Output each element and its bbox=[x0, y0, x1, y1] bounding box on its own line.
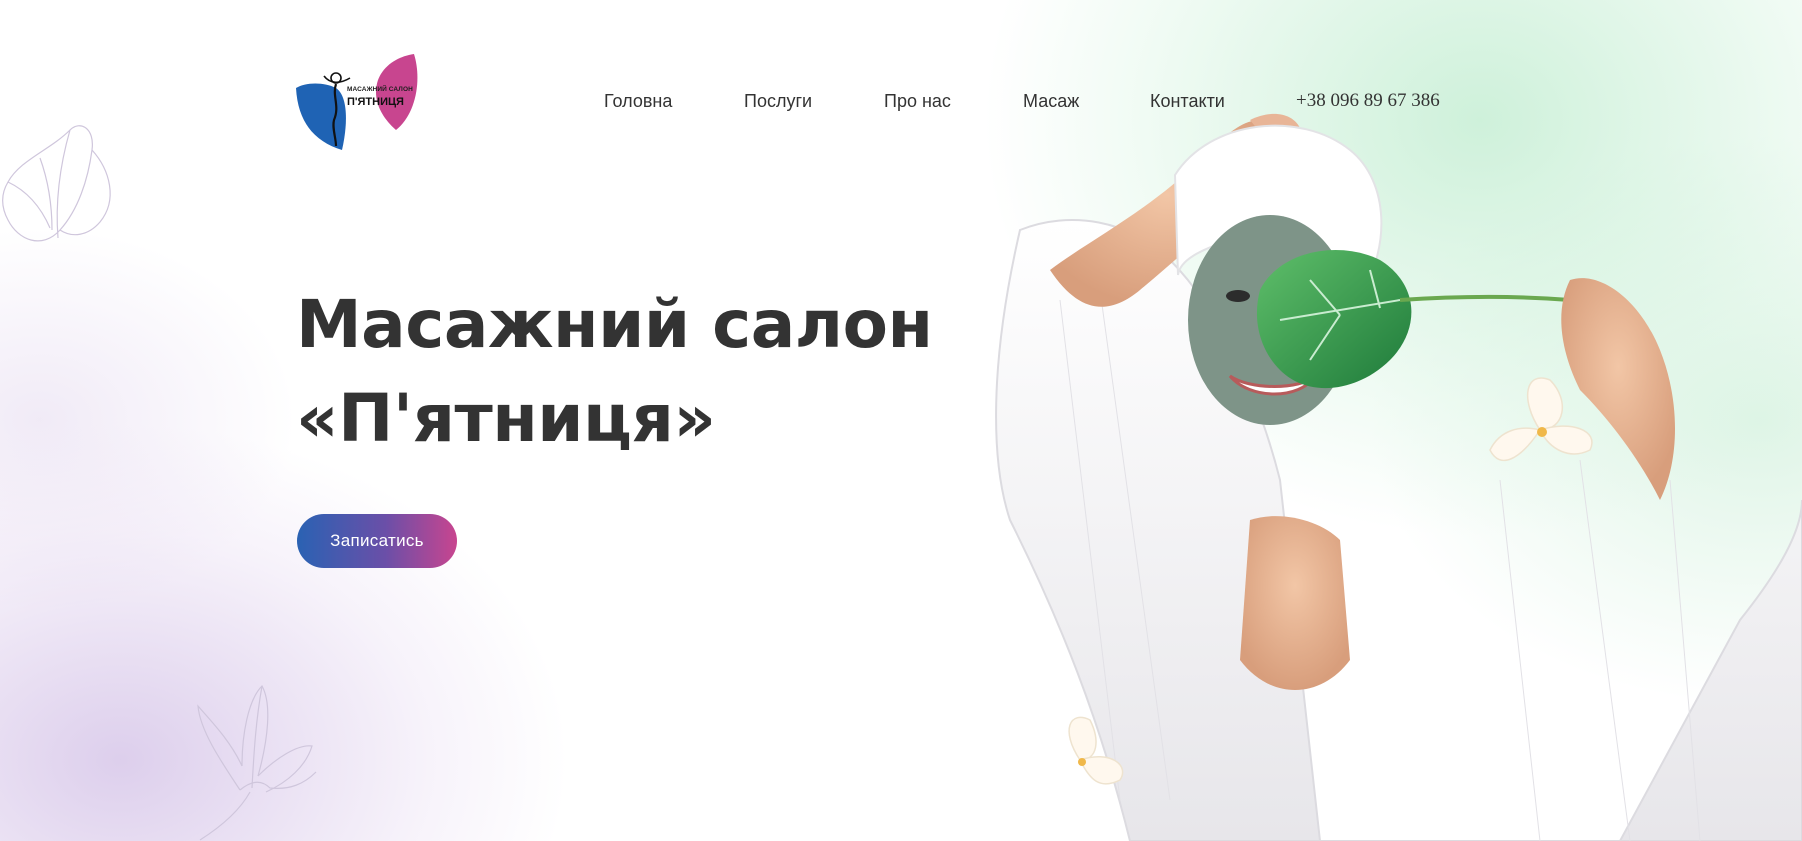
nav-item-about[interactable]: Про нас bbox=[884, 91, 951, 112]
hero-title-line2: «П'ятниця» bbox=[296, 380, 716, 457]
line-flower-decoration-icon bbox=[197, 685, 317, 841]
logo-subtitle: МАСАЖНИЙ САЛОН bbox=[347, 86, 413, 93]
hero-title: Масажний салон «П'ятниця» bbox=[296, 278, 933, 466]
nav-item-services[interactable]: Послуги bbox=[744, 91, 812, 112]
page: МАСАЖНИЙ САЛОН П'ЯТНИЦЯ Головна Послуги … bbox=[0, 0, 1802, 841]
logo-title: П'ЯТНИЦЯ bbox=[347, 96, 404, 108]
hero-title-line1: Масажний салон bbox=[296, 286, 933, 363]
logo[interactable]: МАСАЖНИЙ САЛОН П'ЯТНИЦЯ bbox=[296, 54, 418, 152]
book-appointment-button[interactable]: Записатись bbox=[297, 514, 457, 568]
hero-woman-image bbox=[995, 113, 1802, 841]
line-flower-decoration-icon bbox=[2, 125, 111, 242]
nav-item-home[interactable]: Головна bbox=[604, 91, 672, 112]
